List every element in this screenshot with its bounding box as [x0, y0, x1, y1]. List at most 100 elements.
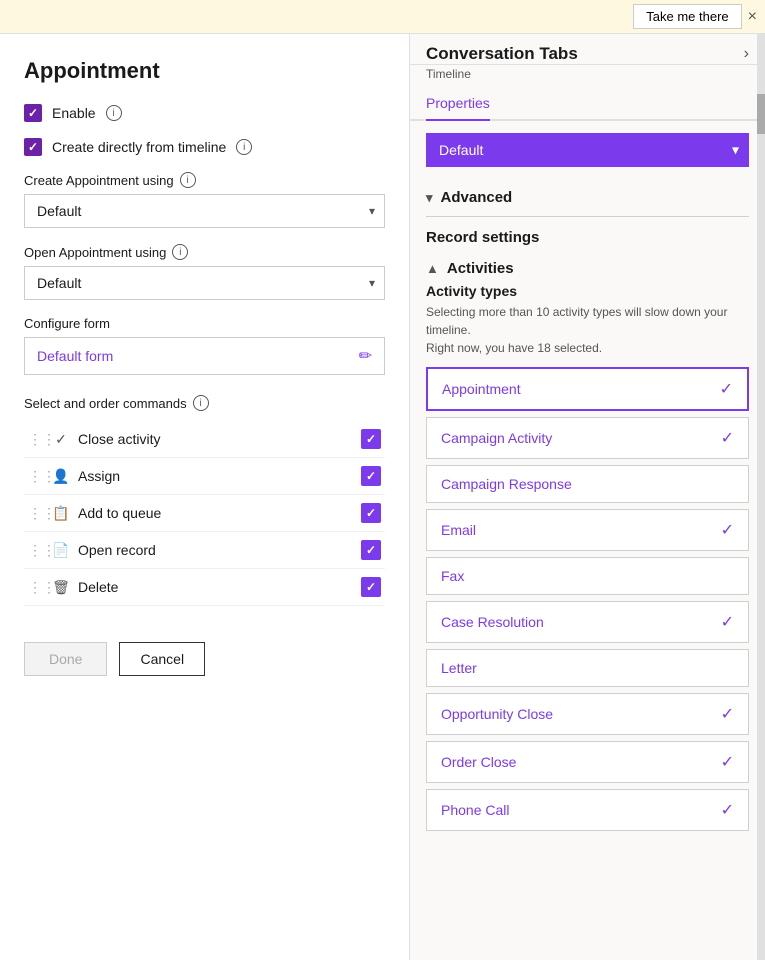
activity-item-appointment-check: ✓: [720, 379, 733, 399]
open-record-label: Open record: [78, 542, 353, 558]
close-activity-icon: ✓: [52, 431, 70, 448]
create-timeline-info-icon[interactable]: i: [236, 139, 252, 155]
properties-select-container: Default ▾: [426, 133, 749, 167]
open-using-dropdown-wrap: Default ▾: [24, 266, 385, 300]
right-header-sub: Timeline: [410, 67, 765, 87]
enable-label: Enable: [52, 105, 96, 121]
add-to-queue-checkbox[interactable]: [361, 503, 381, 523]
activity-item-letter-label: Letter: [441, 660, 477, 676]
activity-item-order-close[interactable]: Order Close ✓: [426, 741, 749, 783]
activity-item-opportunity-close-check: ✓: [721, 704, 734, 724]
activity-items-list: Appointment ✓ Campaign Activity ✓ Campai…: [426, 367, 749, 831]
advanced-label: Advanced: [441, 189, 513, 206]
enable-checkbox-row: Enable i: [24, 104, 385, 122]
panel-footer: Done Cancel: [24, 626, 385, 676]
create-using-label: Create Appointment using i: [24, 172, 385, 188]
assign-label: Assign: [78, 468, 353, 484]
properties-dropdown-wrap: Default ▾: [426, 133, 749, 167]
configure-form-value: Default form: [37, 348, 113, 364]
cancel-button[interactable]: Cancel: [119, 642, 205, 676]
activity-item-opportunity-close[interactable]: Opportunity Close ✓: [426, 693, 749, 735]
open-record-icon: 📄: [52, 542, 70, 559]
activity-types-label: Activity types: [426, 283, 749, 299]
activities-chevron-icon: ▲: [426, 261, 439, 276]
drag-handle-delete[interactable]: ⋮⋮: [28, 579, 44, 596]
create-using-info-icon[interactable]: i: [180, 172, 196, 188]
activity-item-case-resolution-check: ✓: [721, 612, 734, 632]
command-row-delete: ⋮⋮ 🗑 Delete: [24, 569, 385, 606]
drag-handle-assign[interactable]: ⋮⋮: [28, 468, 44, 485]
activity-item-order-close-label: Order Close: [441, 754, 516, 770]
left-panel: Appointment Enable i Create directly fro…: [0, 34, 410, 960]
activities-label: Activities: [447, 260, 514, 277]
command-row-open-record: ⋮⋮ 📄 Open record: [24, 532, 385, 569]
right-header: Conversation Tabs ›: [410, 34, 765, 65]
advanced-chevron-icon: ▾: [426, 190, 433, 206]
activity-item-phone-call-label: Phone Call: [441, 802, 510, 818]
create-using-dropdown[interactable]: Default: [24, 194, 385, 228]
activities-section: ▲ Activities Activity types Selecting mo…: [410, 250, 765, 837]
activity-item-case-resolution[interactable]: Case Resolution ✓: [426, 601, 749, 643]
activity-item-campaign-response[interactable]: Campaign Response: [426, 465, 749, 503]
activity-item-campaign-activity-label: Campaign Activity: [441, 430, 552, 446]
done-button: Done: [24, 642, 107, 676]
right-header-wrap: Conversation Tabs › Timeline: [410, 34, 765, 87]
commands-list: ⋮⋮ ✓ Close activity ⋮⋮ 👤 Assign ⋮⋮ 📋 Add…: [24, 421, 385, 606]
open-record-checkbox[interactable]: [361, 540, 381, 560]
main-layout: Appointment Enable i Create directly fro…: [0, 34, 765, 960]
activity-item-campaign-activity-check: ✓: [721, 428, 734, 448]
activity-item-email-check: ✓: [721, 520, 734, 540]
activities-title: ▲ Activities: [426, 250, 749, 283]
command-row-assign: ⋮⋮ 👤 Assign: [24, 458, 385, 495]
open-using-info-icon[interactable]: i: [172, 244, 188, 260]
enable-checkbox[interactable]: [24, 104, 42, 122]
assign-icon: 👤: [52, 468, 70, 485]
scrollbar-thumb[interactable]: [757, 94, 765, 134]
create-timeline-checkbox[interactable]: [24, 138, 42, 156]
create-timeline-label: Create directly from timeline: [52, 139, 226, 155]
right-header-chevron-icon[interactable]: ›: [744, 45, 749, 63]
assign-checkbox[interactable]: [361, 466, 381, 486]
activity-item-appointment[interactable]: Appointment ✓: [426, 367, 749, 411]
delete-icon: 🗑: [52, 579, 70, 596]
record-settings-title: Record settings: [410, 217, 765, 250]
tab-properties[interactable]: Properties: [426, 87, 490, 121]
activity-item-fax[interactable]: Fax: [426, 557, 749, 595]
command-row-close-activity: ⋮⋮ ✓ Close activity: [24, 421, 385, 458]
drag-handle-open-record[interactable]: ⋮⋮: [28, 542, 44, 559]
scrollbar-track[interactable]: [757, 34, 765, 960]
commands-info-icon[interactable]: i: [193, 395, 209, 411]
activity-item-opportunity-close-label: Opportunity Close: [441, 706, 553, 722]
add-to-queue-icon: 📋: [52, 505, 70, 522]
close-activity-label: Close activity: [78, 431, 353, 447]
activity-item-appointment-label: Appointment: [442, 381, 521, 397]
activity-item-order-close-check: ✓: [721, 752, 734, 772]
activity-item-campaign-activity[interactable]: Campaign Activity ✓: [426, 417, 749, 459]
activity-item-case-resolution-label: Case Resolution: [441, 614, 544, 630]
configure-form-box: Default form ✏: [24, 337, 385, 375]
create-timeline-checkbox-row: Create directly from timeline i: [24, 138, 385, 156]
enable-info-icon[interactable]: i: [106, 105, 122, 121]
right-tabs: Properties: [410, 87, 765, 121]
drag-handle-add-to-queue[interactable]: ⋮⋮: [28, 505, 44, 522]
right-header-title: Conversation Tabs: [426, 44, 578, 64]
delete-checkbox[interactable]: [361, 577, 381, 597]
advanced-section-header[interactable]: ▾ Advanced: [410, 179, 765, 216]
take-me-there-button[interactable]: Take me there: [633, 4, 741, 29]
commands-label: Select and order commands i: [24, 395, 385, 411]
banner-close-button[interactable]: ×: [748, 8, 757, 26]
open-using-dropdown[interactable]: Default: [24, 266, 385, 300]
command-row-add-to-queue: ⋮⋮ 📋 Add to queue: [24, 495, 385, 532]
activity-item-phone-call-check: ✓: [721, 800, 734, 820]
activity-item-campaign-response-label: Campaign Response: [441, 476, 572, 492]
top-banner: Take me there ×: [0, 0, 765, 34]
close-activity-checkbox[interactable]: [361, 429, 381, 449]
right-panel: Conversation Tabs › Timeline Properties …: [410, 34, 765, 960]
activity-item-phone-call[interactable]: Phone Call ✓: [426, 789, 749, 831]
edit-icon[interactable]: ✏: [359, 346, 372, 366]
drag-handle-close-activity[interactable]: ⋮⋮: [28, 431, 44, 448]
activity-types-desc: Selecting more than 10 activity types wi…: [426, 303, 749, 357]
properties-select[interactable]: Default: [426, 133, 749, 167]
activity-item-letter[interactable]: Letter: [426, 649, 749, 687]
activity-item-email[interactable]: Email ✓: [426, 509, 749, 551]
